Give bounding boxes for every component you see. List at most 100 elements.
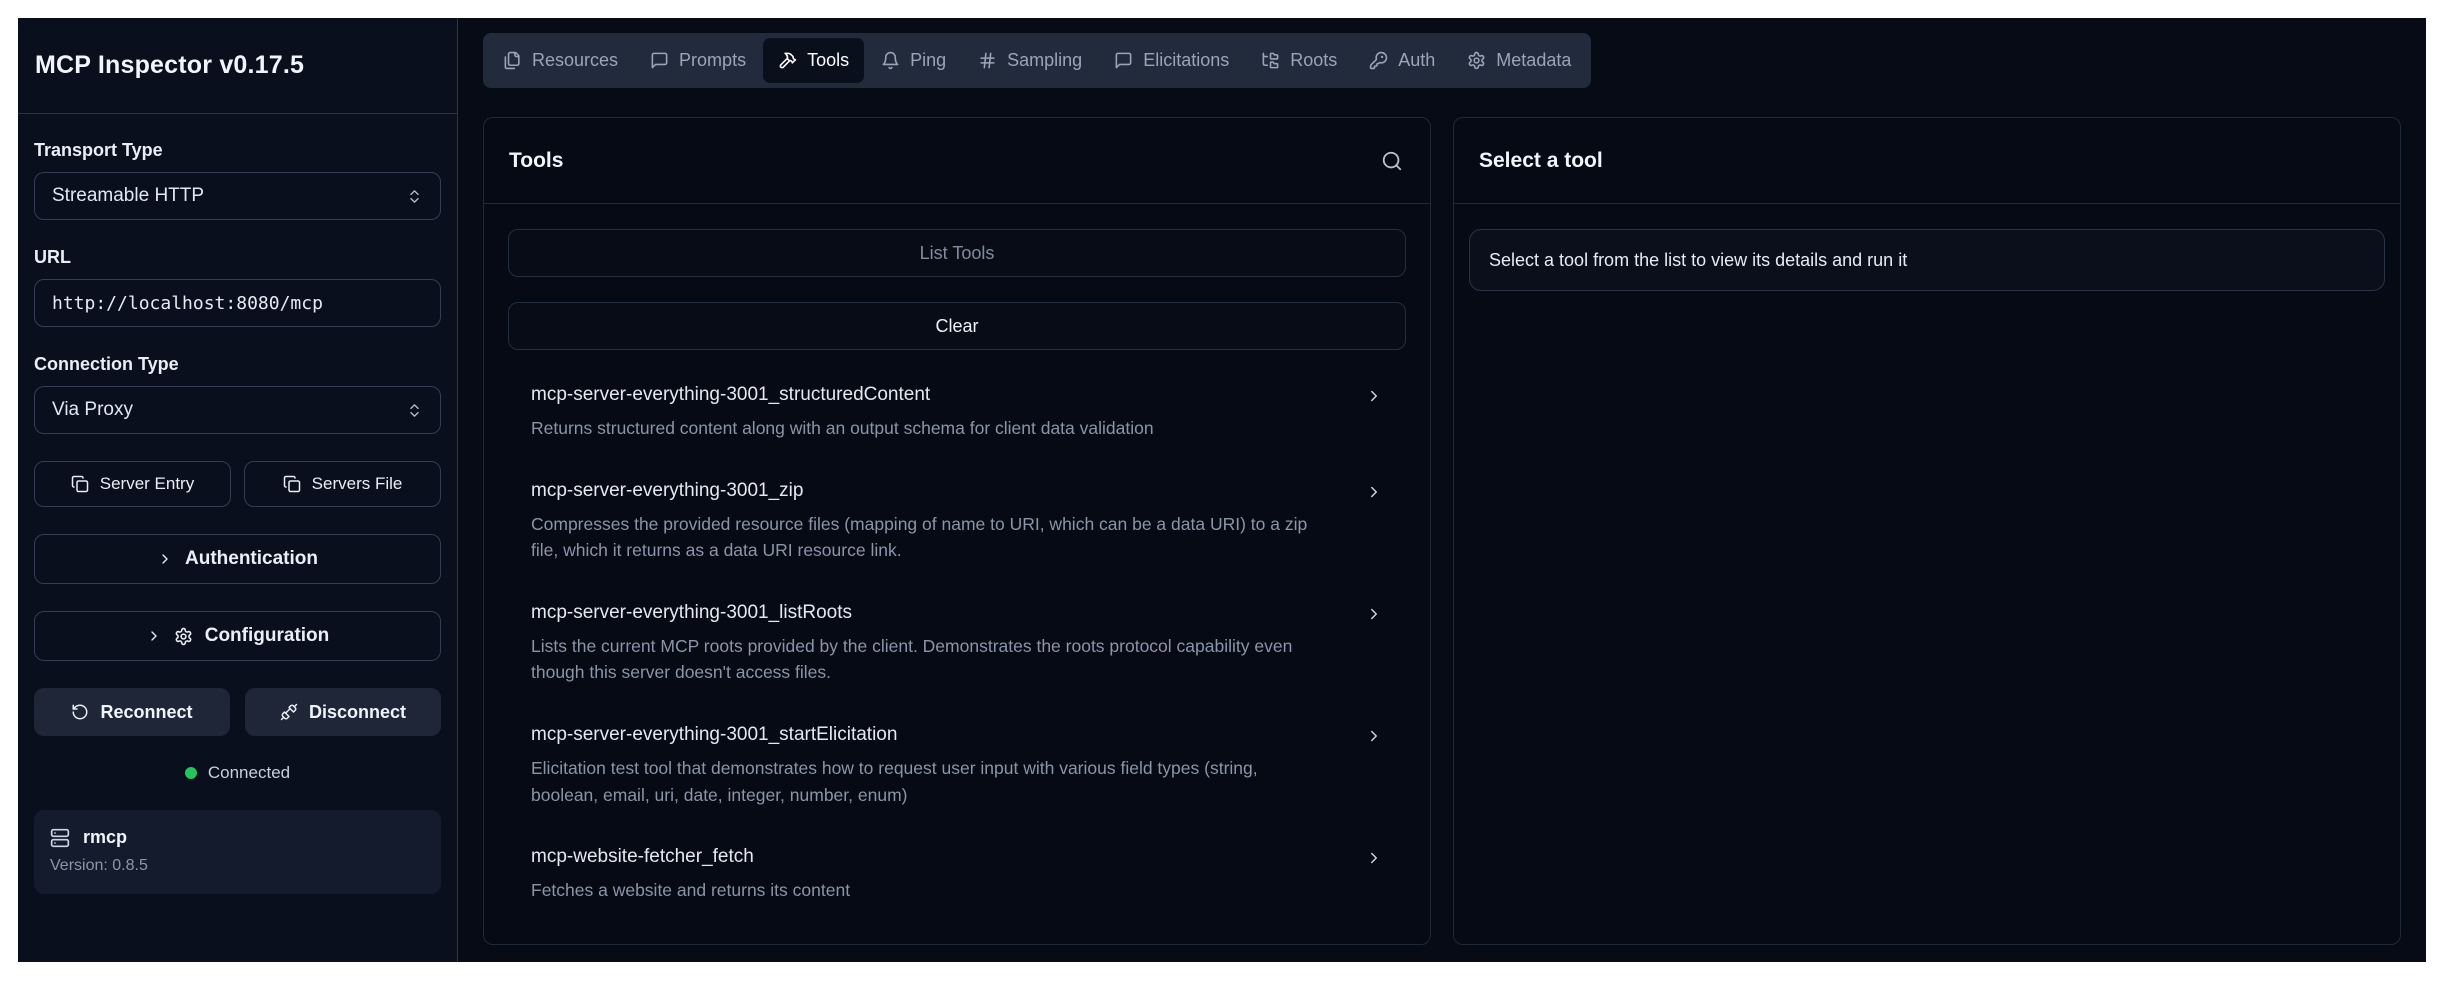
chevron-right-icon	[146, 628, 162, 644]
transport-type-value: Streamable HTTP	[52, 185, 204, 207]
gear-icon	[174, 627, 193, 646]
server-name-row: rmcp	[50, 827, 425, 848]
tab-auth[interactable]: Auth	[1354, 38, 1450, 83]
tools-panel-body: List Tools Clear mcp-server-everything-3…	[484, 204, 1430, 942]
tool-description: Returns structured content along with an…	[531, 415, 1323, 442]
servers-file-button[interactable]: Servers File	[244, 461, 441, 507]
tools-panel: Tools List Tools Clear mcp-server-everyt…	[483, 117, 1431, 945]
message-square-icon	[650, 51, 669, 70]
chevron-right-icon	[1365, 849, 1383, 867]
tool-name: mcp-server-everything-3001_zip	[531, 480, 1323, 502]
copy-icon	[71, 475, 89, 493]
tool-description: Compresses the provided resource files (…	[531, 511, 1323, 564]
chevron-right-icon	[1365, 727, 1383, 745]
detail-panel-body: Select a tool from the list to view its …	[1454, 204, 2400, 291]
chevron-right-icon	[1365, 483, 1383, 501]
url-input[interactable]	[34, 279, 441, 327]
reconnect-button[interactable]: Reconnect	[34, 688, 230, 736]
tool-text: mcp-server-everything-3001_structuredCon…	[531, 384, 1365, 442]
tab-label: Roots	[1290, 50, 1337, 71]
tab-metadata[interactable]: Metadata	[1452, 38, 1586, 83]
tab-resources[interactable]: Resources	[488, 38, 633, 83]
tool-description: Fetches a website and returns its conten…	[531, 877, 1323, 904]
sidebar-header: MCP Inspector v0.17.5	[18, 18, 457, 114]
clear-button[interactable]: Clear	[508, 302, 1406, 350]
copy-icon	[283, 475, 301, 493]
tab-elicitations[interactable]: Elicitations	[1099, 38, 1244, 83]
tools-panel-title: Tools	[509, 149, 563, 173]
unplug-icon	[280, 703, 298, 721]
tool-list-item[interactable]: mcp-server-everything-3001_structuredCon…	[508, 384, 1406, 442]
hammer-icon	[778, 51, 797, 70]
connection-type-label: Connection Type	[34, 354, 441, 375]
page: { "app": { "title": "MCP Inspector v0.17…	[0, 0, 2438, 982]
connected-dot	[185, 767, 197, 779]
tab-label: Metadata	[1496, 50, 1571, 71]
chevrons-up-down-icon	[406, 188, 423, 205]
server-version: Version: 0.8.5	[50, 857, 425, 875]
files-icon	[503, 51, 522, 70]
tab-label: Sampling	[1007, 50, 1082, 71]
transport-type-label: Transport Type	[34, 140, 441, 161]
tab-ping[interactable]: Ping	[866, 38, 961, 83]
message-square-icon	[1114, 51, 1133, 70]
tool-detail-panel: Select a tool Select a tool from the lis…	[1453, 117, 2401, 945]
tool-list-item[interactable]: mcp-server-everything-3001_startElicitat…	[508, 724, 1406, 808]
detail-panel-title: Select a tool	[1479, 149, 1603, 173]
transport-type-select[interactable]: Streamable HTTP	[34, 172, 441, 220]
chevron-right-icon	[1365, 387, 1383, 405]
tool-list: mcp-server-everything-3001_structuredCon…	[508, 384, 1406, 904]
top-nav: Resources Prompts Tools Ping	[483, 33, 1591, 88]
server-entry-button[interactable]: Server Entry	[34, 461, 231, 507]
tab-label: Prompts	[679, 50, 746, 71]
tab-sampling[interactable]: Sampling	[963, 38, 1097, 83]
list-tools-button[interactable]: List Tools	[508, 229, 1406, 277]
tool-description: Elicitation test tool that demonstrates …	[531, 755, 1323, 808]
configuration-toggle[interactable]: Configuration	[34, 611, 441, 661]
connection-actions-row: Reconnect Disconnect	[34, 688, 441, 736]
server-name: rmcp	[83, 827, 127, 848]
url-label: URL	[34, 247, 441, 268]
tool-text: mcp-website-fetcher_fetch Fetches a webs…	[531, 846, 1365, 904]
tool-list-item[interactable]: mcp-server-everything-3001_listRoots Lis…	[508, 602, 1406, 686]
chevron-right-icon	[157, 551, 173, 567]
mcp-inspector-app: MCP Inspector v0.17.5 Transport Type Str…	[18, 18, 2426, 962]
sidebar: MCP Inspector v0.17.5 Transport Type Str…	[18, 18, 458, 962]
tab-label: Resources	[532, 50, 618, 71]
reconnect-label: Reconnect	[100, 702, 192, 723]
authentication-toggle[interactable]: Authentication	[34, 534, 441, 584]
chevron-right-icon	[1365, 605, 1383, 623]
tab-tools[interactable]: Tools	[763, 38, 864, 83]
entry-buttons-row: Server Entry Servers File	[34, 461, 441, 507]
tool-name: mcp-server-everything-3001_startElicitat…	[531, 724, 1323, 746]
server-icon	[50, 828, 70, 848]
rotate-ccw-icon	[71, 703, 89, 721]
configuration-label: Configuration	[205, 625, 330, 647]
app-title: MCP Inspector v0.17.5	[35, 51, 304, 80]
sidebar-body: Transport Type Streamable HTTP URL Conne…	[18, 114, 457, 894]
authentication-label: Authentication	[185, 548, 318, 570]
server-entry-label: Server Entry	[100, 474, 194, 494]
tab-label: Ping	[910, 50, 946, 71]
search-icon[interactable]	[1379, 148, 1405, 174]
detail-panel-header: Select a tool	[1454, 118, 2400, 204]
empty-state-message: Select a tool from the list to view its …	[1469, 229, 2385, 291]
tool-list-item[interactable]: mcp-website-fetcher_fetch Fetches a webs…	[508, 846, 1406, 904]
tool-text: mcp-server-everything-3001_zip Compresse…	[531, 480, 1365, 564]
disconnect-button[interactable]: Disconnect	[245, 688, 441, 736]
tool-list-item[interactable]: mcp-server-everything-3001_zip Compresse…	[508, 480, 1406, 564]
disconnect-label: Disconnect	[309, 702, 406, 723]
content-area: Tools List Tools Clear mcp-server-everyt…	[483, 117, 2401, 945]
servers-file-label: Servers File	[312, 474, 403, 494]
tool-description: Lists the current MCP roots provided by …	[531, 633, 1323, 686]
tool-name: mcp-server-everything-3001_listRoots	[531, 602, 1323, 624]
tab-label: Tools	[807, 50, 849, 71]
tool-name: mcp-server-everything-3001_structuredCon…	[531, 384, 1323, 406]
connection-type-select[interactable]: Via Proxy	[34, 386, 441, 434]
tab-prompts[interactable]: Prompts	[635, 38, 761, 83]
tab-roots[interactable]: Roots	[1246, 38, 1352, 83]
main-area: Resources Prompts Tools Ping	[458, 18, 2426, 962]
server-info-card: rmcp Version: 0.8.5	[34, 810, 441, 894]
tab-label: Auth	[1398, 50, 1435, 71]
gear-icon	[1467, 51, 1486, 70]
